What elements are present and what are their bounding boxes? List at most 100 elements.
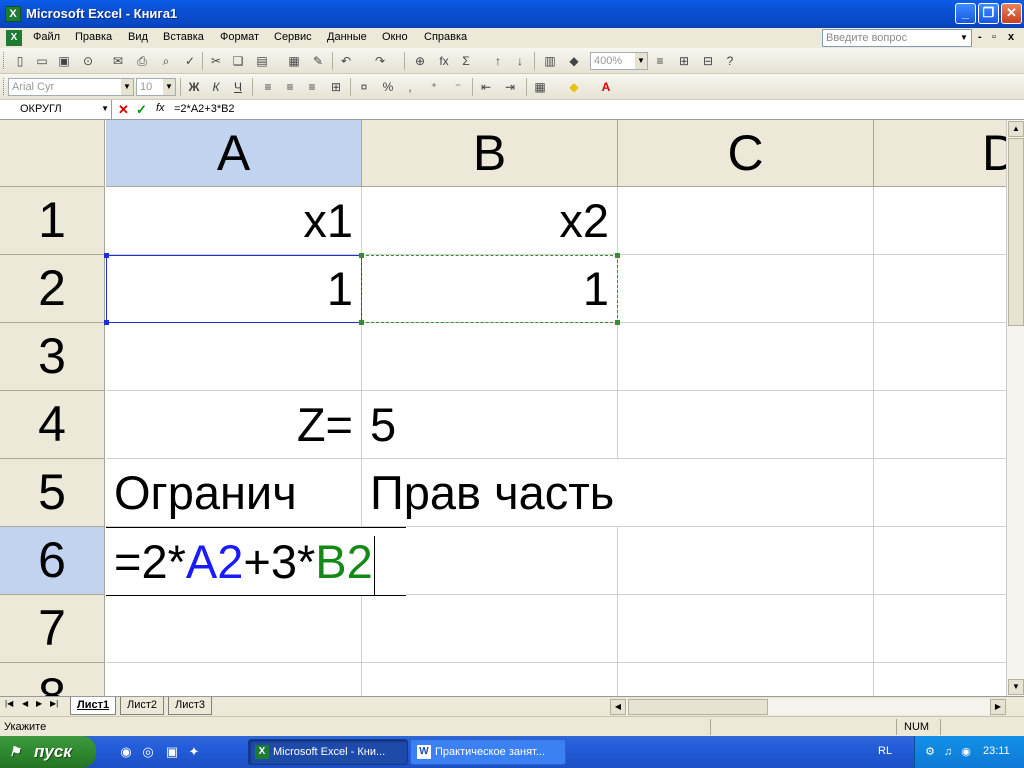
- formula-input[interactable]: =2*A2+3*B2: [174, 103, 235, 115]
- cell-b1[interactable]: x2: [362, 187, 618, 255]
- menu-window[interactable]: Окно: [382, 31, 408, 43]
- network-icon[interactable]: ⚙: [923, 745, 937, 759]
- borders-icon[interactable]: ▦: [532, 79, 548, 95]
- next-sheet-icon[interactable]: ▶: [36, 699, 42, 708]
- merge-center-icon[interactable]: ⊞: [328, 79, 344, 95]
- doc-restore-icon[interactable]: ▫: [992, 31, 996, 43]
- paste-special-icon[interactable]: ▦: [286, 53, 302, 69]
- sheet-tab-1[interactable]: Лист1: [70, 697, 117, 715]
- new-icon[interactable]: ▯: [12, 53, 28, 69]
- open-icon[interactable]: ▭: [34, 53, 50, 69]
- ungroup-icon[interactable]: ⊟: [700, 53, 716, 69]
- workbook-icon[interactable]: X: [6, 30, 22, 46]
- permission-icon[interactable]: ⊙: [80, 53, 96, 69]
- group-icon[interactable]: ⊞: [676, 53, 692, 69]
- cell-c2[interactable]: [618, 255, 874, 323]
- outline-icon[interactable]: ≡: [652, 53, 668, 69]
- cell-d3[interactable]: [874, 323, 1006, 391]
- first-sheet-icon[interactable]: |◀: [5, 699, 13, 708]
- thousands-icon[interactable]: ,: [402, 79, 418, 95]
- cell-b7[interactable]: [362, 595, 618, 663]
- horizontal-scrollbar[interactable]: ◀ ▶: [610, 699, 1006, 715]
- scroll-down-icon[interactable]: ▼: [1008, 679, 1024, 695]
- row-header-6[interactable]: 6: [0, 527, 105, 595]
- percent-icon[interactable]: %: [380, 79, 396, 95]
- align-left-icon[interactable]: ≡: [260, 79, 276, 95]
- cell-c5[interactable]: [618, 459, 874, 527]
- preview-icon[interactable]: ⌕: [158, 53, 174, 69]
- cell-a8[interactable]: [106, 663, 362, 696]
- doc-close-icon[interactable]: x: [1008, 31, 1014, 43]
- cell-a7[interactable]: [106, 595, 362, 663]
- enter-icon[interactable]: ✓: [136, 102, 147, 118]
- cell-b2[interactable]: 1: [362, 255, 618, 323]
- row-header-7[interactable]: 7: [0, 595, 105, 663]
- italic-button[interactable]: К: [208, 79, 224, 95]
- media-icon[interactable]: ▣: [164, 744, 180, 760]
- scroll-up-icon[interactable]: ▲: [1008, 121, 1024, 137]
- last-sheet-icon[interactable]: ▶|: [50, 699, 58, 708]
- menu-insert[interactable]: Вставка: [163, 31, 204, 43]
- sheet-tab-2[interactable]: Лист2: [120, 697, 165, 715]
- cell-b8[interactable]: [362, 663, 618, 696]
- chevron-down-icon[interactable]: ▼: [958, 31, 970, 45]
- menu-edit[interactable]: Правка: [75, 31, 112, 43]
- print-icon[interactable]: ⎙: [134, 53, 150, 69]
- cell-c6[interactable]: [618, 527, 874, 595]
- vertical-scrollbar[interactable]: ▲ ▼: [1006, 120, 1024, 696]
- doc-minimize-icon[interactable]: -: [978, 31, 982, 43]
- cell-a6-editor[interactable]: =2*A2+3*B2: [106, 527, 406, 596]
- align-right-icon[interactable]: ≡: [304, 79, 320, 95]
- redo-icon[interactable]: ↷: [372, 53, 388, 69]
- cell-c1[interactable]: [618, 187, 874, 255]
- insert-function-button[interactable]: fx: [156, 102, 165, 114]
- prev-sheet-icon[interactable]: ◀: [22, 699, 28, 708]
- antivirus-icon[interactable]: ◉: [959, 745, 973, 759]
- save-icon[interactable]: ▣: [56, 53, 72, 69]
- cell-b5[interactable]: Прав часть: [362, 459, 618, 527]
- cell-a4[interactable]: Z=: [106, 391, 362, 459]
- row-header-1[interactable]: 1: [0, 187, 105, 255]
- menu-tools[interactable]: Сервис: [274, 31, 312, 43]
- email-icon[interactable]: ✉: [110, 53, 126, 69]
- drawing-icon[interactable]: ◆: [566, 53, 582, 69]
- column-header-a[interactable]: A: [106, 120, 362, 187]
- cell-a5[interactable]: Огранич: [106, 459, 362, 527]
- cell-a1[interactable]: x1: [106, 187, 362, 255]
- copy-icon[interactable]: ❏: [230, 53, 246, 69]
- increase-decimal-icon[interactable]: ⁺: [426, 79, 442, 95]
- chevron-down-icon[interactable]: ▼: [163, 79, 175, 95]
- currency-icon[interactable]: ¤: [356, 79, 372, 95]
- minimize-icon[interactable]: _: [955, 3, 976, 24]
- undo-icon[interactable]: ↶: [338, 53, 354, 69]
- help-icon[interactable]: ?: [722, 53, 738, 69]
- show-desktop-icon[interactable]: ◉: [118, 744, 134, 760]
- scroll-left-icon[interactable]: ◀: [610, 699, 626, 715]
- cell-d6[interactable]: [874, 527, 1006, 595]
- column-header-c[interactable]: C: [618, 120, 874, 187]
- cell-c3[interactable]: [618, 323, 874, 391]
- start-button[interactable]: ⚑ пуск: [0, 736, 96, 768]
- scroll-thumb[interactable]: [628, 699, 768, 715]
- toolbar-grip[interactable]: [3, 78, 6, 95]
- language-indicator[interactable]: RL: [878, 745, 892, 757]
- cell-d8[interactable]: [874, 663, 1006, 696]
- volume-icon[interactable]: ♫: [941, 745, 955, 759]
- cell-d7[interactable]: [874, 595, 1006, 663]
- row-header-4[interactable]: 4: [0, 391, 105, 459]
- sort-ascending-icon[interactable]: ↑: [490, 53, 506, 69]
- sheet-tab-3[interactable]: Лист3: [168, 697, 213, 715]
- cell-b4[interactable]: 5: [362, 391, 618, 459]
- autosum-icon[interactable]: Σ: [458, 53, 474, 69]
- fill-color-icon[interactable]: ◆: [566, 79, 582, 95]
- paste-icon[interactable]: ▤: [254, 53, 270, 69]
- zoom-select[interactable]: 400% ▼: [590, 52, 648, 70]
- row-header-5[interactable]: 5: [0, 459, 105, 527]
- scroll-right-icon[interactable]: ▶: [990, 699, 1006, 715]
- menu-view[interactable]: Вид: [128, 31, 148, 43]
- cell-d2[interactable]: [874, 255, 1006, 323]
- font-color-icon[interactable]: A: [598, 79, 614, 95]
- sort-descending-icon[interactable]: ↓: [512, 53, 528, 69]
- menu-help[interactable]: Справка: [424, 31, 467, 43]
- browser-icon[interactable]: ◎: [140, 744, 156, 760]
